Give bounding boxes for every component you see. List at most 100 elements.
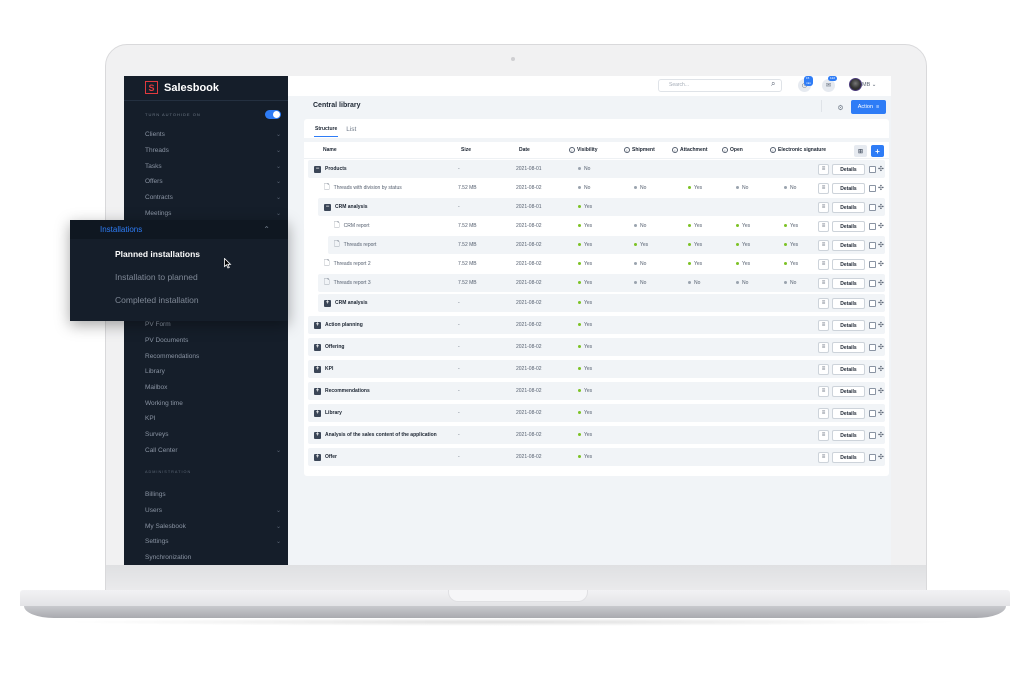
sidebar-item-contracts[interactable]: Contracts ⌄	[145, 190, 281, 206]
row-menu-button[interactable]: ≡	[818, 341, 829, 353]
row-menu-button[interactable]: ≡	[818, 258, 829, 270]
table-row[interactable]: 🗋 Threads report 3 7.52 MB 2021-08-02 Yes No N…	[318, 274, 885, 292]
drag-handle-icon[interactable]: ✣	[878, 165, 884, 173]
add-button[interactable]: +	[871, 145, 884, 157]
row-menu-button[interactable]: ≡	[818, 363, 829, 375]
expand-icon[interactable]: +	[314, 431, 321, 439]
row-menu-button[interactable]: ≡	[818, 182, 829, 194]
drag-handle-icon[interactable]: ✣	[878, 343, 884, 351]
sidebar-item-offers[interactable]: Offers ⌄	[145, 174, 281, 190]
details-button[interactable]: Details	[832, 220, 865, 232]
table-row[interactable]: + Library - 2021-08-02 Yes ≡ Details ✣	[308, 404, 885, 422]
row-name-text[interactable]: Offer	[325, 454, 337, 460]
table-row[interactable]: 🗋 Threads report 7.52 MB 2021-08-02 Yes Yes Ye…	[328, 236, 885, 254]
sidebar-item-library[interactable]: Library	[145, 364, 281, 380]
row-menu-button[interactable]: ≡	[818, 163, 829, 175]
menu-item-completed-installation[interactable]: Completed installation	[70, 289, 288, 312]
row-checkbox[interactable]	[869, 387, 876, 395]
details-button[interactable]: Details	[832, 363, 865, 375]
row-name-text[interactable]: Threads report	[344, 242, 377, 248]
row-name-text[interactable]: Recommendations	[325, 388, 370, 394]
settings-button[interactable]: ⚙	[834, 101, 847, 114]
row-menu-button[interactable]: ≡	[818, 220, 829, 232]
table-row[interactable]: − CRM analysis - 2021-08-01 Yes ≡ Details ✣	[318, 198, 885, 216]
drag-handle-icon[interactable]: ✣	[878, 453, 884, 461]
table-row[interactable]: + Offering - 2021-08-02 Yes ≡ Details ✣	[308, 338, 885, 356]
drag-handle-icon[interactable]: ✣	[878, 365, 884, 373]
table-row[interactable]: + Action planning - 2021-08-02 Yes ≡ Details ✣	[308, 316, 885, 334]
expand-icon[interactable]: +	[314, 387, 321, 395]
expand-icon[interactable]: +	[314, 343, 321, 351]
row-checkbox[interactable]	[869, 431, 876, 439]
row-checkbox[interactable]	[869, 184, 876, 192]
logo[interactable]: S Salesbook	[145, 81, 219, 94]
table-row[interactable]: + Analysis of the sales content of the ap…	[308, 426, 885, 444]
sidebar-item-clients[interactable]: Clients ⌄	[145, 127, 281, 143]
sidebar-item-my-salesbook[interactable]: My Salesbook ⌄	[145, 518, 281, 534]
row-name-text[interactable]: Products	[325, 166, 347, 172]
drag-handle-icon[interactable]: ✣	[878, 222, 884, 230]
table-row[interactable]: + Recommendations - 2021-08-02 Yes ≡ Details ✣	[308, 382, 885, 400]
mail-button[interactable]: ✉ 122	[822, 76, 838, 92]
menu-item-installation-to-planned[interactable]: Installation to planned	[70, 266, 288, 289]
table-row[interactable]: 🗋 Threads with division by status 7.52 MB 2…	[308, 179, 885, 197]
installations-header[interactable]: Installations ⌃	[70, 220, 288, 239]
details-button[interactable]: Details	[832, 182, 865, 194]
tab-structure[interactable]: Structure	[314, 126, 339, 137]
row-checkbox[interactable]	[869, 203, 876, 211]
details-button[interactable]: Details	[832, 239, 865, 251]
row-name-text[interactable]: Action planning	[325, 322, 363, 328]
row-checkbox[interactable]	[869, 409, 876, 417]
row-checkbox[interactable]	[869, 299, 876, 307]
row-name-text[interactable]: Threads report 3	[334, 280, 371, 286]
column-header-name[interactable]: Name	[323, 147, 337, 153]
details-button[interactable]: Details	[832, 451, 865, 463]
row-name-text[interactable]: CRM analysis	[335, 204, 368, 210]
details-button[interactable]: Details	[832, 341, 865, 353]
drag-handle-icon[interactable]: ✣	[878, 241, 884, 249]
details-button[interactable]: Details	[832, 277, 865, 289]
row-name-text[interactable]: Threads report 2	[334, 261, 371, 267]
details-button[interactable]: Details	[832, 429, 865, 441]
details-button[interactable]: Details	[832, 297, 865, 309]
sidebar-item-settings[interactable]: Settings ⌄	[145, 534, 281, 550]
row-name-text[interactable]: CRM analysis	[335, 300, 368, 306]
row-menu-button[interactable]: ≡	[818, 429, 829, 441]
column-header-open[interactable]: i Open	[722, 147, 743, 153]
sidebar-item-surveys[interactable]: Surveys	[145, 427, 281, 443]
drag-handle-icon[interactable]: ✣	[878, 203, 884, 211]
sidebar-item-kpi[interactable]: KPI	[145, 411, 281, 427]
row-checkbox[interactable]	[869, 222, 876, 230]
row-menu-button[interactable]: ≡	[818, 277, 829, 289]
row-name-text[interactable]: Offering	[325, 344, 344, 350]
autohide-toggle[interactable]	[265, 110, 281, 119]
timer-button[interactable]: ◷ 15 min	[798, 76, 813, 92]
row-name-text[interactable]: Analysis of the sales content of the app…	[325, 432, 437, 438]
table-row[interactable]: 🗋 Threads report 2 7.52 MB 2021-08-02 Yes No Y…	[308, 255, 885, 273]
sidebar-item-synchronization[interactable]: Synchronization	[145, 550, 281, 565]
column-header-date[interactable]: Date	[519, 147, 530, 153]
table-row[interactable]: + CRM analysis - 2021-08-02 Yes ≡ Details ✣	[318, 294, 885, 312]
table-row[interactable]: − Products - 2021-08-01 No ≡ Details ✣	[308, 160, 885, 178]
sidebar-item-pv-documents[interactable]: PV Documents	[145, 333, 281, 349]
row-checkbox[interactable]	[869, 453, 876, 461]
row-menu-button[interactable]: ≡	[818, 407, 829, 419]
row-menu-button[interactable]: ≡	[818, 385, 829, 397]
sidebar-item-recommendations[interactable]: Recommendations	[145, 348, 281, 364]
avatar[interactable]	[849, 78, 862, 91]
row-checkbox[interactable]	[869, 365, 876, 373]
table-row[interactable]: 🗋 CRM report 7.52 MB 2021-08-02 Yes No Yes Yes Y…	[308, 217, 885, 235]
row-checkbox[interactable]	[869, 241, 876, 249]
details-button[interactable]: Details	[832, 319, 865, 331]
sidebar-item-threads[interactable]: Threads ⌄	[145, 143, 281, 159]
drag-handle-icon[interactable]: ✣	[878, 409, 884, 417]
grid-view-button[interactable]: ⊞	[854, 145, 867, 157]
sidebar-item-meetings[interactable]: Meetings ⌄	[145, 205, 281, 221]
drag-handle-icon[interactable]: ✣	[878, 279, 884, 287]
row-checkbox[interactable]	[869, 321, 876, 329]
sidebar-item-working-time[interactable]: Working time	[145, 395, 281, 411]
drag-handle-icon[interactable]: ✣	[878, 321, 884, 329]
details-button[interactable]: Details	[832, 258, 865, 270]
details-button[interactable]: Details	[832, 407, 865, 419]
expand-icon[interactable]: +	[324, 299, 331, 307]
